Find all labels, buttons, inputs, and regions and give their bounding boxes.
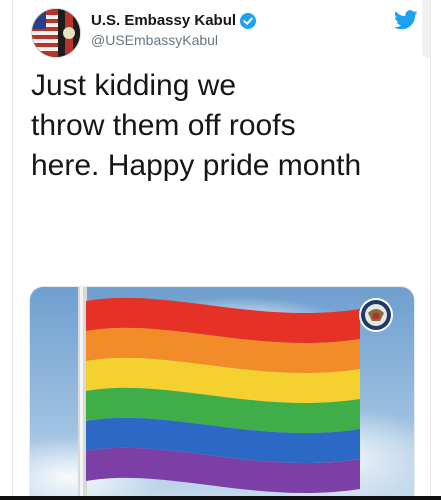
us-state-department-seal-icon: [359, 298, 393, 332]
tweet-card: U.S. Embassy Kabul @USEmbassyKabul Just …: [12, 0, 431, 500]
tweet-text: Just kidding we throw them off roofs her…: [31, 66, 426, 186]
tweet-media-image[interactable]: [29, 286, 415, 500]
tweet-header: U.S. Embassy Kabul @USEmbassyKabul: [31, 6, 426, 58]
twitter-bird-icon[interactable]: [394, 8, 418, 32]
embassy-flag-avatar-icon: [32, 9, 80, 57]
tweet-text-line: Just kidding we: [31, 69, 237, 102]
tweet-text-line: throw them off roofs: [31, 109, 296, 142]
rainbow-flag-photo: [30, 287, 414, 500]
pride-flag: [86, 297, 360, 494]
tweet-text-line: here. Happy pride month: [31, 149, 362, 182]
avatar[interactable]: [31, 8, 81, 58]
name-row: U.S. Embassy Kabul: [91, 12, 257, 29]
handle[interactable]: @USEmbassyKabul: [91, 32, 218, 48]
display-name[interactable]: U.S. Embassy Kabul: [91, 12, 236, 29]
screen-bottom-edge: [0, 496, 441, 500]
verified-badge-icon: [240, 12, 257, 29]
